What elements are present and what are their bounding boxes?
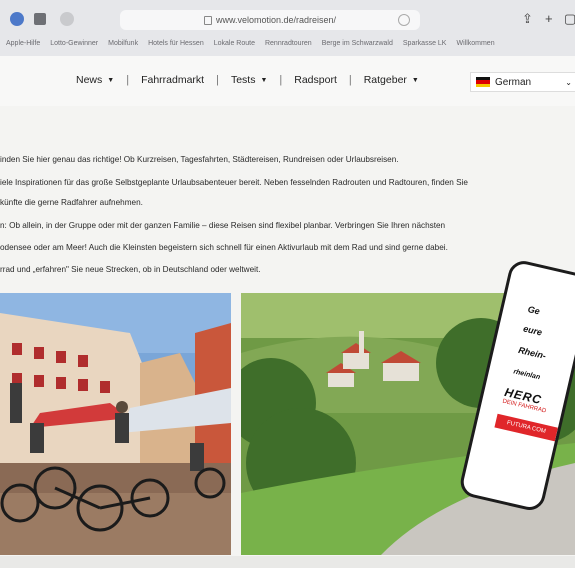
phone-cta-button[interactable]: FUTURA COM: [494, 413, 559, 442]
profile-icon[interactable]: [10, 12, 24, 26]
phone-headline: rheinlan: [512, 368, 541, 382]
address-bar[interactable]: www.velomotion.de/radreisen/: [120, 10, 420, 30]
caret-down-icon: ▼: [107, 76, 115, 84]
nav-label: Tests: [230, 74, 256, 86]
tabs-overview-icon[interactable]: ▢: [564, 12, 575, 26]
nav-separator: |: [279, 74, 283, 86]
intro-line: n: Ob allein, in der Gruppe oder mit der…: [0, 221, 446, 230]
intro-line: odensee oder am Meer! Auch die Kleinsten…: [0, 243, 448, 252]
nav-label: News: [76, 74, 103, 86]
nav-separator: |: [126, 74, 130, 86]
intro-line: iele Inspirationen für das große Selbstg…: [0, 178, 468, 187]
phone-headline: Rhein-: [517, 344, 547, 361]
new-tab-icon[interactable]: +: [545, 12, 553, 26]
phone-headline: Ge: [526, 304, 541, 317]
sidebar-icon[interactable]: [34, 13, 46, 25]
bookmark-item[interactable]: Willkommen: [456, 36, 494, 52]
nav-menu: News ▼ | Fahrradmarkt | Tests ▼ | Radspo…: [76, 74, 419, 86]
bookmark-item[interactable]: Apple-Hilfe: [6, 36, 40, 52]
caret-down-icon: ▼: [260, 76, 268, 84]
nav-item-fahrradmarkt[interactable]: Fahrradmarkt: [141, 74, 204, 86]
nav-item-ratgeber[interactable]: Ratgeber ▼: [364, 74, 419, 86]
bookmark-item[interactable]: Rennradtouren: [265, 36, 312, 52]
url-text: www.velomotion.de/radreisen/: [215, 15, 337, 25]
nav-separator: |: [348, 74, 352, 86]
bookmark-item[interactable]: Hotels für Hessen: [148, 36, 204, 52]
intro-line: rrad und „erfahren" Sie neue Strecken, o…: [0, 265, 261, 274]
intro-line: inden Sie hier genau das richtige! Ob Ku…: [0, 155, 399, 164]
town-square-illustration: [0, 293, 231, 555]
chevron-down-icon: ⌄: [565, 77, 572, 87]
intro-line: künfte die gerne Radfahrer aufnehmen.: [0, 198, 143, 207]
language-selector[interactable]: German ⌄: [470, 72, 575, 92]
language-label: German: [495, 76, 532, 88]
bookmark-item[interactable]: Lokale Route: [214, 36, 255, 52]
reload-icon[interactable]: [398, 14, 410, 26]
phone-headline: eure: [522, 323, 544, 338]
share-icon[interactable]: ⇪: [522, 12, 533, 26]
nav-label: Ratgeber: [363, 74, 407, 86]
nav-item-tests[interactable]: Tests ▼: [231, 74, 267, 86]
bookmark-item[interactable]: Berge im Schwarzwald: [322, 36, 393, 52]
nav-item-radsport[interactable]: Radsport: [294, 74, 337, 86]
caret-down-icon: ▼: [411, 76, 419, 84]
bookmark-item[interactable]: Sparkasse LK: [403, 36, 447, 52]
page-bottom-edge: [0, 556, 575, 568]
bookmark-item[interactable]: Mobilfunk: [108, 36, 138, 52]
back-icon[interactable]: [60, 12, 74, 26]
bookmark-item[interactable]: Lotto-Gewinner: [50, 36, 98, 52]
photo-town-square[interactable]: [0, 293, 231, 555]
site-navigation: News ▼ | Fahrradmarkt | Tests ▼ | Radspo…: [0, 56, 575, 106]
nav-item-news[interactable]: News ▼: [76, 74, 114, 86]
browser-chrome: www.velomotion.de/radreisen/ ⇪ + ▢ Apple…: [0, 0, 575, 56]
lock-icon: [203, 15, 212, 25]
nav-separator: |: [216, 74, 219, 86]
bookmarks-bar: Apple-Hilfe Lotto-Gewinner Mobilfunk Hot…: [0, 36, 575, 52]
nav-label: Fahrradmarkt: [141, 74, 205, 86]
nav-label: Radsport: [294, 74, 337, 86]
browser-toolbar: www.velomotion.de/radreisen/ ⇪ + ▢: [0, 6, 575, 34]
german-flag-icon: [476, 77, 490, 87]
